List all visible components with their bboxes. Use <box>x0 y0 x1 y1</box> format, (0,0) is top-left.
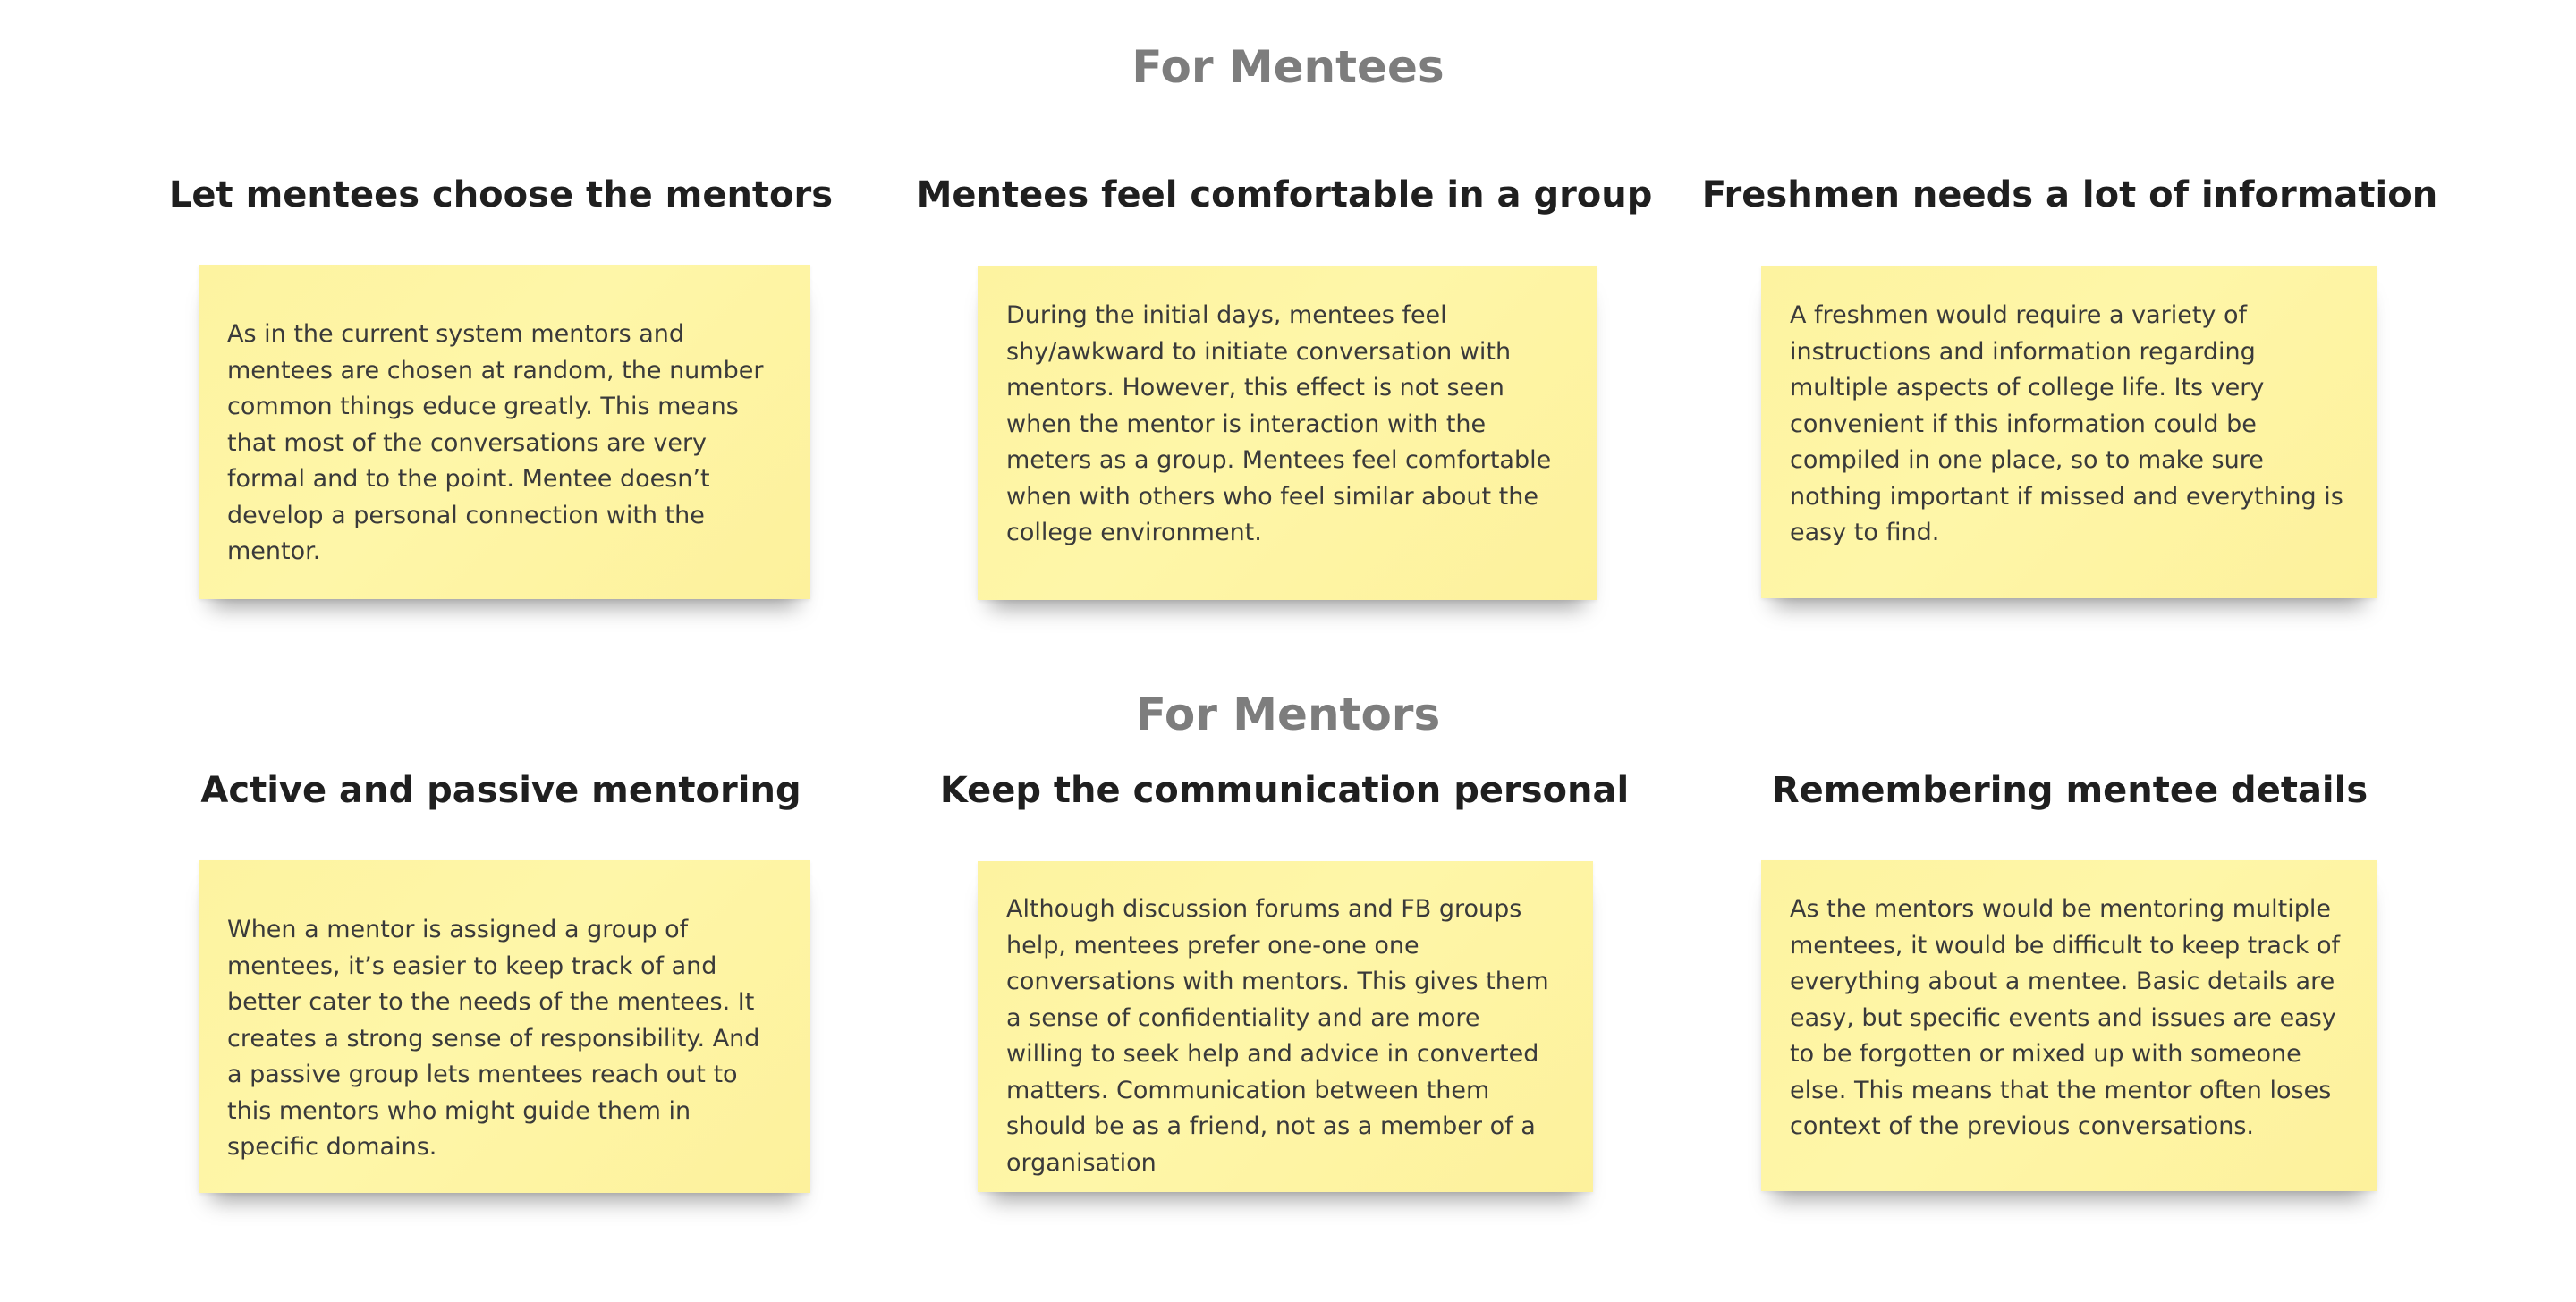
card-heading-communication-personal: Keep the communication personal <box>939 770 1630 811</box>
sticky-note-text: As in the current system mentors and men… <box>227 320 764 565</box>
card-heading-remembering-details: Remembering mentee details <box>1771 770 2368 811</box>
section-title-mentees: For Mentees <box>1131 41 1445 93</box>
card-heading-freshmen-information: Freshmen needs a lot of information <box>1701 174 2438 216</box>
sticky-note-choose-mentors: As in the current system mentors and men… <box>199 265 810 599</box>
sticky-note-active-passive: When a mentor is assigned a group of men… <box>199 860 810 1193</box>
card-heading-choose-mentors: Let mentees choose the mentors <box>168 174 834 216</box>
card-heading-comfortable-group: Mentees feel comfortable in a group <box>916 174 1653 216</box>
sticky-note-communication-personal: Although discussion forums and FB groups… <box>978 861 1593 1192</box>
sticky-note-text: A freshmen would require a variety of in… <box>1790 301 2343 546</box>
card-heading-active-passive: Active and passive mentoring <box>200 770 801 811</box>
sticky-note-comfortable-group: During the initial days, mentees feel sh… <box>978 266 1597 600</box>
sticky-note-remembering-details: As the mentors would be mentoring multip… <box>1761 860 2377 1191</box>
sticky-note-freshmen-information: A freshmen would require a variety of in… <box>1761 266 2377 598</box>
sticky-note-text: As the mentors would be mentoring multip… <box>1790 895 2341 1140</box>
section-title-mentors: For Mentors <box>1135 689 1441 740</box>
sticky-note-text: During the initial days, mentees feel sh… <box>1006 301 1552 546</box>
sticky-note-text: Although discussion forums and FB groups… <box>1006 895 1549 1177</box>
sticky-note-text: When a mentor is assigned a group of men… <box>227 916 760 1161</box>
